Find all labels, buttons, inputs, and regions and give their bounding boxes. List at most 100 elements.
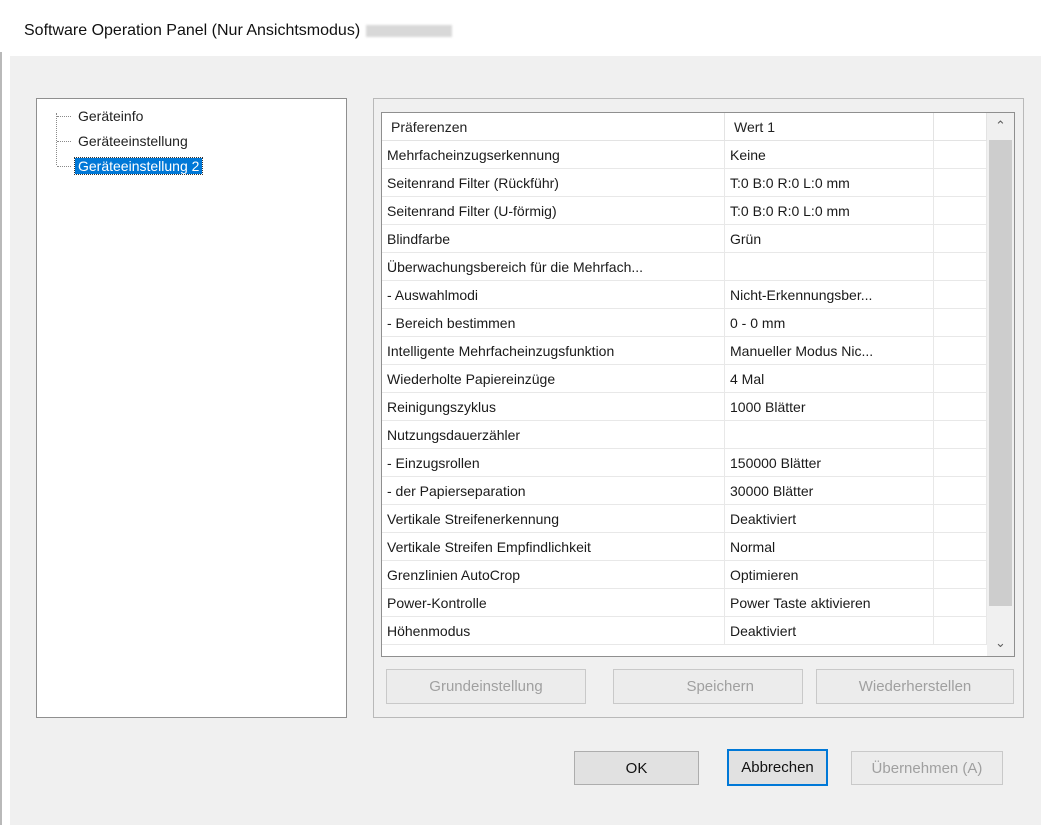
preference-name-cell: Höhenmodus: [382, 617, 725, 645]
empty-cell: [934, 589, 987, 617]
tree-connector: [57, 165, 71, 167]
table-row[interactable]: Grenzlinien AutoCrop Optimieren: [382, 561, 987, 589]
table-row[interactable]: Seitenrand Filter (Rückführ) T:0 B:0 R:0 …: [382, 169, 987, 197]
preference-value-cell: T:0 B:0 R:0 L:0 mm: [725, 197, 934, 225]
table-row[interactable]: Nutzungsdauerzähler: [382, 421, 987, 449]
ok-button[interactable]: OK: [574, 751, 699, 785]
preference-name-cell: Nutzungsdauerzähler: [382, 421, 725, 449]
empty-cell: [934, 617, 987, 645]
preference-name-cell: - der Papierseparation: [382, 477, 725, 505]
table-row[interactable]: - Auswahlmodi Nicht-Erkennungsber...: [382, 281, 987, 309]
table-row[interactable]: - Einzugsrollen 150000 Blätter: [382, 449, 987, 477]
empty-cell: [934, 449, 987, 477]
empty-cell: [934, 365, 987, 393]
table-row[interactable]: - Bereich bestimmen 0 - 0 mm: [382, 309, 987, 337]
table-row[interactable]: Höhenmodus Deaktiviert: [382, 617, 987, 645]
preference-name-cell: Seitenrand Filter (Rückführ): [382, 169, 725, 197]
redacted-device-name: [366, 24, 453, 37]
empty-cell: [934, 337, 987, 365]
table-row[interactable]: - der Papierseparation 30000 Blätter: [382, 477, 987, 505]
tree-item-label: Geräteeinstellung: [78, 133, 188, 149]
table-row[interactable]: Vertikale Streifenerkennung Deaktiviert: [382, 505, 987, 533]
table-row[interactable]: Power-Kontrolle Power Taste aktivieren: [382, 589, 987, 617]
empty-cell: [934, 225, 987, 253]
empty-cell: [934, 197, 987, 225]
empty-cell: [934, 393, 987, 421]
dialog-window: Software Operation Panel (Nur Ansichtsmo…: [0, 0, 1041, 825]
empty-cell: [934, 421, 987, 449]
list-rows: Mehrfacheinzugserkennung Keine Seitenrand …: [382, 141, 987, 645]
preference-value-cell: 30000 Blätter: [725, 477, 934, 505]
preference-name-cell: Blindfarbe: [382, 225, 725, 253]
table-row[interactable]: Vertikale Streifen Empfindlichkeit Normal: [382, 533, 987, 561]
table-row[interactable]: Reinigungszyklus 1000 Blätter: [382, 393, 987, 421]
tree-item-device-settings-2[interactable]: Geräteeinstellung 2: [57, 156, 204, 176]
column-header-empty[interactable]: [934, 113, 987, 141]
table-row[interactable]: Seitenrand Filter (U-förmig) T:0 B:0 R:0 …: [382, 197, 987, 225]
preference-name-cell: Wiederholte Papiereinzüge: [382, 365, 725, 393]
preference-value-cell: Deaktiviert: [725, 505, 934, 533]
preference-value-cell: Deaktiviert: [725, 617, 934, 645]
preference-name-cell: Seitenrand Filter (U-förmig): [382, 197, 725, 225]
table-row[interactable]: Überwachungsbereich für die Mehrfach...: [382, 253, 987, 281]
empty-cell: [934, 141, 987, 169]
preference-value-cell: [725, 421, 934, 449]
preference-value-cell: Power Taste aktivieren: [725, 589, 934, 617]
restore-button[interactable]: Wiederherstellen: [816, 669, 1014, 704]
preference-name-cell: Vertikale Streifenerkennung: [382, 505, 725, 533]
table-row[interactable]: Blindfarbe Grün: [382, 225, 987, 253]
preference-value-cell: Manueller Modus Nic...: [725, 337, 934, 365]
empty-cell: [934, 505, 987, 533]
vertical-scrollbar[interactable]: ⌃ ⌄: [987, 113, 1014, 656]
window-border: [0, 52, 2, 825]
preference-value-cell: 0 - 0 mm: [725, 309, 934, 337]
empty-cell: [934, 309, 987, 337]
preference-value-cell: 150000 Blätter: [725, 449, 934, 477]
tree-item-label: Geräteinfo: [78, 108, 144, 124]
preference-name-cell: - Bereich bestimmen: [382, 309, 725, 337]
preference-value-cell: Normal: [725, 533, 934, 561]
empty-cell: [934, 561, 987, 589]
preference-name-cell: Mehrfacheinzugserkennung: [382, 141, 725, 169]
tree-connector: [57, 115, 71, 117]
preferences-list[interactable]: Präferenzen Wert 1 Mehrfacheinzugserkenn…: [381, 112, 1015, 657]
empty-cell: [934, 169, 987, 197]
table-row[interactable]: Intelligente Mehrfacheinzugsfunktion Manu…: [382, 337, 987, 365]
table-row[interactable]: Mehrfacheinzugserkennung Keine: [382, 141, 987, 169]
preference-value-cell: Keine: [725, 141, 934, 169]
preference-name-cell: Power-Kontrolle: [382, 589, 725, 617]
preference-value-cell: Optimieren: [725, 561, 934, 589]
window-title-text: Software Operation Panel (Nur Ansichtsmo…: [24, 22, 361, 39]
table-row[interactable]: Wiederholte Papiereinzüge 4 Mal: [382, 365, 987, 393]
cancel-button[interactable]: Abbrechen: [727, 749, 828, 786]
preference-value-cell: T:0 B:0 R:0 L:0 mm: [725, 169, 934, 197]
preference-name-cell: Überwachungsbereich für die Mehrfach...: [382, 253, 725, 281]
preference-value-cell: 4 Mal: [725, 365, 934, 393]
default-settings-button[interactable]: Grundeinstellung: [386, 669, 586, 704]
preference-name-cell: - Auswahlmodi: [382, 281, 725, 309]
preference-value-cell: Nicht-Erkennungsber...: [725, 281, 934, 309]
save-button[interactable]: Speichern: [613, 669, 803, 704]
tree-item-device-info[interactable]: Geräteinfo: [57, 106, 146, 126]
tree-item-label: Geräteeinstellung 2: [73, 157, 204, 175]
column-header-preferences[interactable]: Präferenzen: [382, 113, 725, 141]
scroll-up-icon[interactable]: ⌃: [987, 113, 1014, 139]
list-header: Präferenzen Wert 1: [382, 113, 987, 141]
preference-name-cell: Vertikale Streifen Empfindlichkeit: [382, 533, 725, 561]
scroll-down-icon[interactable]: ⌄: [987, 630, 1014, 656]
preference-name-cell: Grenzlinien AutoCrop: [382, 561, 725, 589]
column-header-value[interactable]: Wert 1: [725, 113, 934, 141]
scrollbar-thumb[interactable]: [989, 140, 1012, 606]
empty-cell: [934, 253, 987, 281]
empty-cell: [934, 533, 987, 561]
settings-tree[interactable]: Geräteinfo Geräteeinstellung Geräteeinst…: [36, 98, 347, 718]
empty-cell: [934, 281, 987, 309]
preference-name-cell: Intelligente Mehrfacheinzugsfunktion: [382, 337, 725, 365]
preference-value-cell: Grün: [725, 225, 934, 253]
tree-item-device-settings[interactable]: Geräteeinstellung: [57, 131, 191, 151]
preference-value-cell: [725, 253, 934, 281]
apply-button[interactable]: Übernehmen (A): [851, 751, 1003, 785]
window-title: Software Operation Panel (Nur Ansichtsmo…: [24, 22, 453, 40]
preference-value-cell: 1000 Blätter: [725, 393, 934, 421]
preference-name-cell: Reinigungszyklus: [382, 393, 725, 421]
